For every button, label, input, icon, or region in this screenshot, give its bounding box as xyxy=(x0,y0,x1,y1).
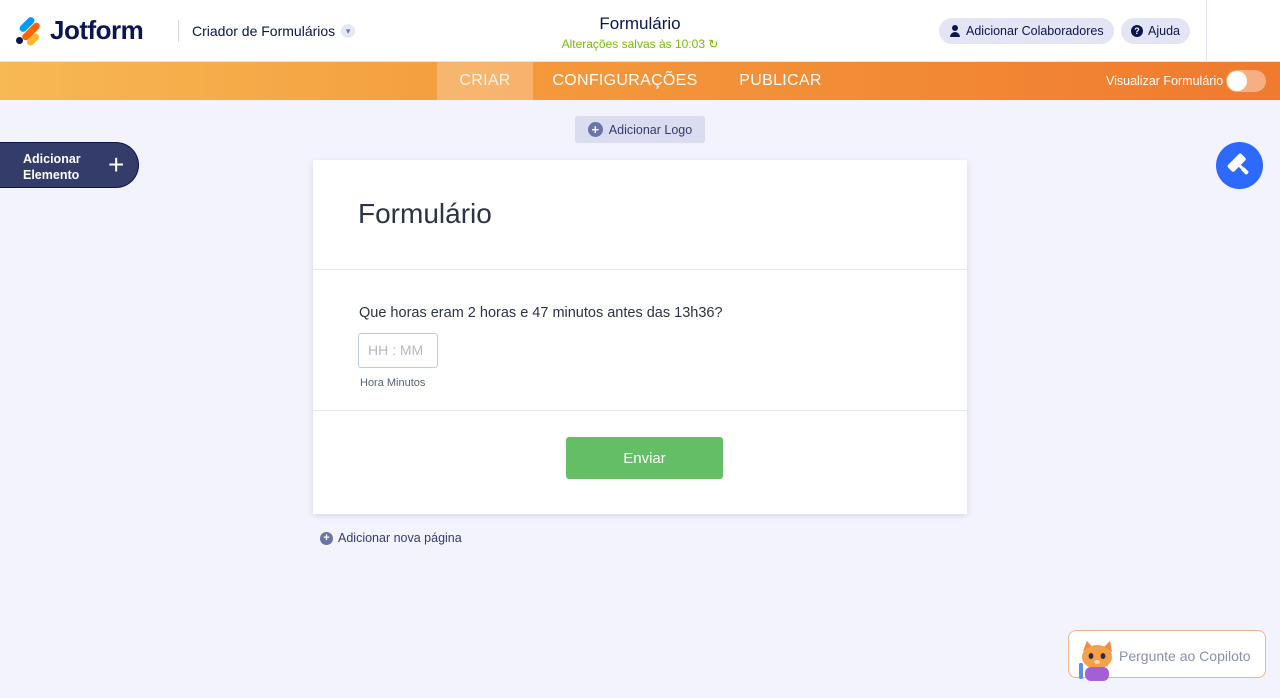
copilot-label: Pergunte ao Copiloto xyxy=(1119,648,1251,664)
form-divider xyxy=(313,410,967,411)
question-icon: ? xyxy=(1131,25,1143,37)
tab-criar[interactable]: CRIAR xyxy=(437,62,533,100)
form-title[interactable]: Formulário xyxy=(358,198,492,230)
add-element-button[interactable]: Adicionar Elemento + xyxy=(0,142,139,188)
add-collaborators-label: Adicionar Colaboradores xyxy=(966,24,1104,38)
chevron-down-icon: ▾ xyxy=(341,24,356,38)
preview-form-label: Visualizar Formulário xyxy=(1106,74,1224,88)
add-new-page-button[interactable]: + Adicionar nova página xyxy=(320,531,462,545)
copilot-button[interactable]: Pergunte ao Copiloto xyxy=(1068,630,1266,681)
toggle-knob xyxy=(1227,71,1247,91)
plus-icon: + xyxy=(108,149,125,180)
form-designer-button[interactable] xyxy=(1216,142,1263,189)
header-right-divider xyxy=(1206,0,1207,62)
form-name-area: Formulário Alterações salvas às 10:03 ↻ xyxy=(490,14,790,51)
top-header: Jotform Criador de Formulários ▾ Formulá… xyxy=(0,0,1280,62)
add-collaborators-button[interactable]: Adicionar Colaboradores xyxy=(939,18,1114,44)
builder-title: Criador de Formulários xyxy=(192,23,336,39)
logo-text: Jotform xyxy=(50,15,144,45)
add-element-label: Adicionar Elemento xyxy=(23,152,81,182)
plus-circle-icon: + xyxy=(587,122,603,137)
save-status-text: Alterações salvas às 10:03 xyxy=(561,37,705,51)
refresh-icon: ↻ xyxy=(708,37,719,51)
add-logo-label: Adicionar Logo xyxy=(608,122,693,137)
form-card: Formulário Que horas eram 2 horas e 47 m… xyxy=(313,160,967,514)
copilot-cat-icon xyxy=(1079,641,1112,681)
header-divider xyxy=(178,20,179,42)
paint-roller-icon xyxy=(1227,153,1249,175)
add-new-page-label: Adicionar nova página xyxy=(338,531,462,545)
preview-form-toggle[interactable] xyxy=(1226,70,1266,92)
person-icon xyxy=(949,25,961,37)
help-button[interactable]: ? Ajuda xyxy=(1121,18,1190,44)
submit-button[interactable]: Enviar xyxy=(566,437,723,479)
help-label: Ajuda xyxy=(1148,24,1180,38)
question-label[interactable]: Que horas eram 2 horas e 47 minutos ante… xyxy=(359,305,723,321)
time-sublabel: Hora Minutos xyxy=(360,377,426,389)
builder-title-dropdown[interactable]: Criador de Formulários ▾ xyxy=(192,23,356,39)
tab-configuracoes[interactable]: CONFIGURAÇÕES xyxy=(545,62,705,100)
builder-nav-bar: CRIAR CONFIGURAÇÕES PUBLICAR Visualizar … xyxy=(0,62,1280,100)
save-status: Alterações salvas às 10:03 ↻ xyxy=(490,37,790,51)
tab-publicar[interactable]: PUBLICAR xyxy=(733,62,828,100)
form-divider xyxy=(313,269,967,270)
jotform-logo[interactable]: Jotform xyxy=(14,15,144,47)
plus-circle-icon: + xyxy=(320,531,333,545)
time-input[interactable]: HH : MM xyxy=(358,333,438,368)
form-name[interactable]: Formulário xyxy=(490,14,790,34)
jotform-logo-icon xyxy=(14,15,42,47)
add-logo-button[interactable]: + Adicionar Logo xyxy=(575,116,705,143)
